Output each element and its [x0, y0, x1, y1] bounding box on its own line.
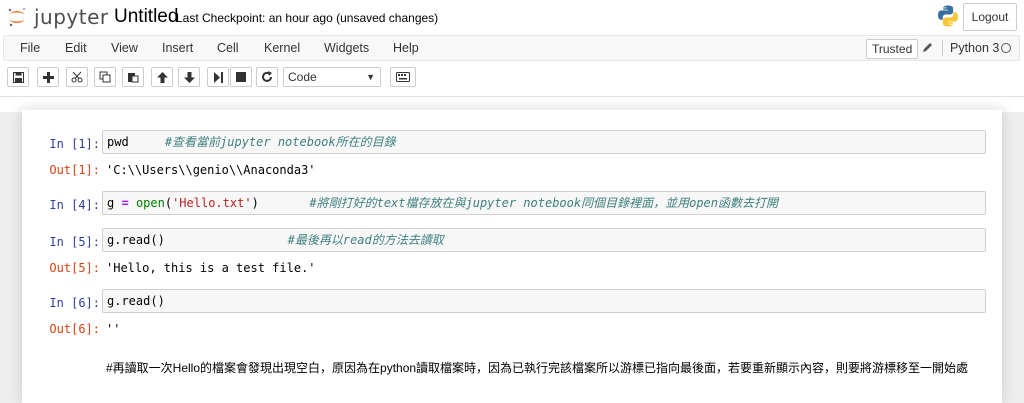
menu-kernel[interactable]: Kernel: [264, 36, 300, 60]
notebook-container: In [1]: pwd #查看當前jupyter notebook所在的目錄 O…: [22, 110, 1002, 403]
code-comment: #最後再以read的方法去讀取: [287, 233, 444, 247]
plus-icon: [42, 71, 54, 83]
trusted-indicator[interactable]: Trusted: [866, 39, 919, 59]
menubar: File Edit View Insert Cell Kernel Widget…: [3, 35, 1020, 61]
copy-button[interactable]: [94, 67, 116, 87]
menu-view[interactable]: View: [111, 36, 138, 60]
code-var: g: [107, 196, 115, 210]
code-input[interactable]: pwd #查看當前jupyter notebook所在的目錄: [102, 130, 986, 154]
python-logo-icon: [938, 5, 958, 27]
cell-output: 'Hello, this is a test file.': [106, 261, 316, 275]
cut-icon: [71, 71, 83, 83]
command-palette-button[interactable]: [390, 67, 416, 87]
code-comment: #將剛打好的text檔存放在與jupyter notebook同個目錄裡面，並用…: [309, 196, 778, 210]
jupyter-logo[interactable]: jupyter: [6, 5, 109, 29]
logo-text: jupyter: [34, 5, 109, 29]
step-forward-icon: [213, 71, 223, 83]
insert-cell-button[interactable]: [37, 67, 59, 87]
restart-button[interactable]: [256, 67, 278, 87]
run-button[interactable]: [207, 67, 229, 87]
code-operator: =: [121, 196, 129, 210]
code-input[interactable]: g = open('Hello.txt') #將剛打好的text檔存放在與jup…: [102, 191, 986, 215]
cell-type-select[interactable]: Code ▼: [283, 67, 381, 87]
kernel-name[interactable]: Python 3: [950, 36, 999, 60]
out-prompt: Out[5]:: [49, 261, 100, 275]
paste-icon: [128, 73, 139, 83]
code-input[interactable]: g.read(): [102, 289, 986, 313]
code-comment: #查看當前jupyter notebook所在的目錄: [164, 135, 396, 149]
cell-type-value: Code: [288, 70, 317, 84]
menu-widgets[interactable]: Widgets: [324, 36, 369, 60]
code-paren: ): [251, 196, 259, 210]
save-button[interactable]: [7, 67, 29, 87]
menu-file[interactable]: File: [20, 36, 40, 60]
save-icon: [12, 71, 24, 83]
out-prompt: Out[6]:: [49, 322, 100, 336]
interrupt-button[interactable]: [230, 67, 252, 87]
kernel-divider: [942, 40, 943, 56]
kernel-idle-icon: [1001, 43, 1011, 53]
code-builtin: open: [135, 196, 165, 210]
arrow-down-icon: [183, 71, 195, 83]
code-paren: (: [164, 196, 173, 210]
cell-output: 'C:\\Users\\genio\\Anaconda3': [106, 163, 316, 177]
copy-icon: [99, 71, 111, 83]
cell-output: '': [106, 322, 121, 336]
move-down-button[interactable]: [178, 67, 200, 87]
move-up-button[interactable]: [151, 67, 173, 87]
code-text: g.read(): [107, 233, 165, 247]
menu-help[interactable]: Help: [393, 36, 419, 60]
cut-button[interactable]: [66, 67, 88, 87]
paste-button[interactable]: [122, 67, 144, 87]
menu-edit[interactable]: Edit: [65, 36, 87, 60]
in-prompt: In [6]:: [49, 296, 100, 310]
keyboard-icon: [396, 72, 410, 82]
out-prompt: Out[1]:: [49, 163, 100, 177]
checkpoint-status: Last Checkpoint: an hour ago (unsaved ch…: [176, 11, 439, 25]
in-prompt: In [1]:: [49, 137, 100, 151]
menu-cell[interactable]: Cell: [217, 36, 239, 60]
stop-icon: [236, 72, 246, 82]
logout-button[interactable]: Logout: [963, 3, 1017, 31]
header-divider: [0, 96, 1024, 97]
code-text: pwd: [107, 135, 129, 149]
menu-insert[interactable]: Insert: [162, 36, 193, 60]
in-prompt: In [4]:: [49, 198, 100, 212]
arrow-up-icon: [156, 71, 168, 83]
code-input[interactable]: g.read() #最後再以read的方法去讀取: [102, 228, 986, 252]
chevron-down-icon: ▼: [366, 72, 375, 82]
markdown-cell[interactable]: #再讀取一次Hello的檔案會發現出現空白，原因為在python讀取檔案時，因為…: [106, 359, 976, 377]
jupyter-logo-icon: [8, 8, 25, 27]
restart-icon: [262, 71, 272, 82]
notebook-header: jupyter Untitled Last Checkpoint: an hou…: [0, 0, 1024, 112]
notebook-title[interactable]: Untitled: [114, 6, 178, 28]
pencil-icon[interactable]: [922, 41, 934, 53]
in-prompt: In [5]:: [49, 235, 100, 249]
code-text: g.read(): [107, 294, 165, 308]
code-string: 'Hello.txt': [172, 196, 252, 210]
